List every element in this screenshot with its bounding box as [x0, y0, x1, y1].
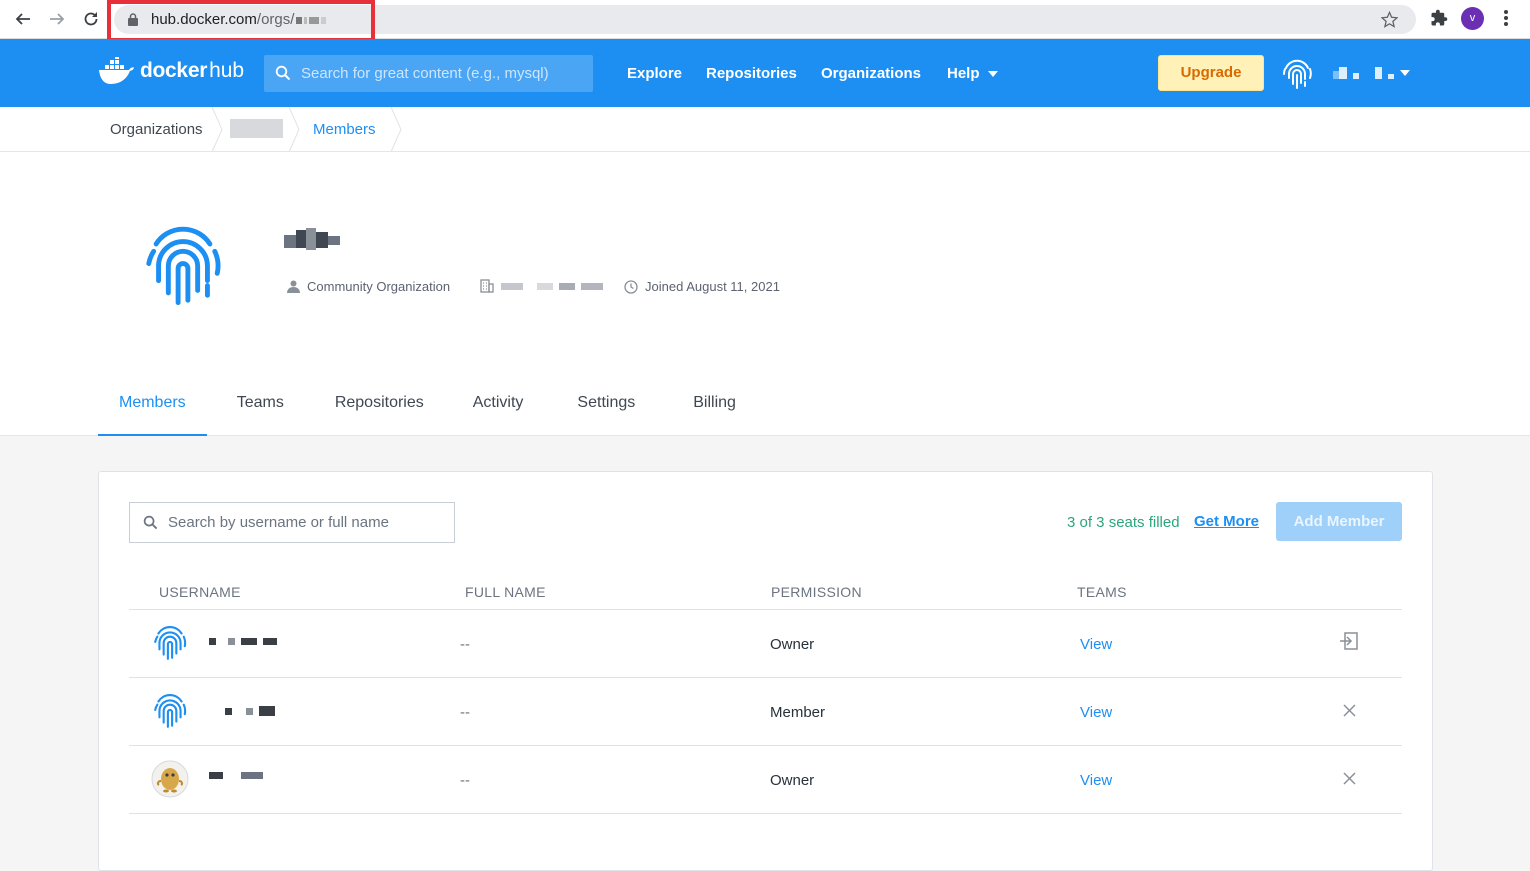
potato-avatar [151, 760, 189, 798]
redacted-company [501, 282, 523, 290]
full-name-cell: -- [460, 772, 470, 789]
url-highlight-annotation [107, 0, 375, 42]
full-name-cell: -- [460, 704, 470, 721]
org-company [480, 279, 609, 293]
permission-cell: Owner [770, 772, 815, 789]
global-search-input[interactable] [301, 55, 586, 92]
breadcrumb-separator [288, 107, 300, 152]
redacted-username[interactable] [225, 706, 281, 716]
chevron-down-icon [987, 71, 998, 78]
org-tabs: Members Teams Repositories Activity Sett… [98, 388, 758, 436]
redacted-org-title [284, 228, 340, 250]
add-member-button[interactable]: Add Member [1276, 502, 1402, 541]
dockerhub-header: docker hub Explore Repositories Organiza… [0, 39, 1530, 107]
tab-activity[interactable]: Activity [449, 388, 551, 436]
browser-menu-icon[interactable] [1502, 10, 1510, 28]
forward-arrow-icon [50, 13, 65, 25]
table-row: -- Member View [129, 678, 1402, 746]
full-name-cell: -- [460, 636, 470, 653]
docker-whale-icon [99, 57, 134, 84]
redacted-username [1339, 67, 1347, 79]
extensions-puzzle-icon[interactable] [1430, 9, 1448, 27]
tab-settings[interactable]: Settings [550, 388, 664, 436]
column-permission[interactable]: PERMISSION [771, 584, 862, 600]
search-icon [275, 65, 291, 81]
user-menu[interactable] [1333, 67, 1410, 79]
org-fingerprint-avatar [146, 226, 221, 306]
global-search [264, 55, 593, 92]
close-icon[interactable] [1343, 704, 1356, 717]
redacted-company [581, 282, 603, 290]
back-arrow-icon [15, 13, 30, 25]
upgrade-button[interactable]: Upgrade [1158, 55, 1264, 91]
column-full-name[interactable]: FULL NAME [465, 584, 546, 600]
teams-view-link[interactable]: View [1080, 704, 1112, 721]
permission-cell: Owner [770, 636, 815, 653]
redacted-org-name[interactable] [230, 119, 283, 138]
members-panel: 3 of 3 seats filled Get More Add Member … [98, 471, 1433, 871]
seats-status: 3 of 3 seats filled [1067, 514, 1180, 531]
browser-toolbar: hub.docker.com/orgs/ v [0, 0, 1530, 42]
redacted-username[interactable] [209, 772, 269, 779]
nav-help[interactable]: Help [947, 65, 998, 82]
get-more-link[interactable]: Get More [1194, 513, 1259, 530]
clock-icon [624, 279, 638, 294]
org-joined-label: Joined August 11, 2021 [645, 279, 780, 294]
teams-view-link[interactable]: View [1080, 636, 1112, 653]
building-icon [480, 279, 494, 293]
permission-cell: Member [770, 704, 826, 721]
breadcrumb-separator [390, 107, 402, 152]
nav-organizations[interactable]: Organizations [821, 65, 921, 82]
fingerprint-icon[interactable] [1279, 55, 1315, 91]
org-type: Community Organization [287, 279, 450, 294]
redacted-username [1333, 71, 1339, 79]
teams-view-link[interactable]: View [1080, 772, 1112, 789]
table-row: -- Owner View [129, 746, 1402, 814]
org-type-label: Community Organization [307, 279, 451, 294]
redacted-company [537, 282, 553, 290]
close-icon[interactable] [1343, 772, 1356, 785]
column-teams: TEAMS [1077, 584, 1127, 600]
breadcrumb: Organizations Members [0, 107, 1530, 152]
breadcrumb-members[interactable]: Members [313, 121, 376, 138]
bookmark-star-icon[interactable] [1381, 11, 1398, 28]
member-search-input[interactable] [168, 503, 448, 542]
reload-button[interactable] [80, 8, 102, 30]
breadcrumb-separator [211, 107, 223, 152]
nav-repositories[interactable]: Repositories [706, 65, 797, 82]
dockerhub-logo[interactable]: docker hub [98, 57, 244, 85]
redacted-username [1375, 67, 1382, 79]
members-table-header: USERNAME FULL NAME PERMISSION TEAMS [129, 572, 1402, 610]
table-row: -- Owner View [129, 610, 1402, 678]
tab-members[interactable]: Members [98, 388, 207, 436]
back-button[interactable] [12, 8, 34, 30]
browser-profile-avatar[interactable]: v [1461, 7, 1484, 30]
tab-teams[interactable]: Teams [207, 388, 310, 436]
fingerprint-icon [154, 626, 187, 660]
redacted-username [1353, 73, 1359, 79]
nav-help-label: Help [947, 65, 980, 82]
redacted-company [559, 282, 575, 290]
org-joined: Joined August 11, 2021 [624, 279, 780, 294]
member-search [129, 502, 455, 543]
forward-button[interactable] [46, 8, 68, 30]
reload-icon [84, 12, 98, 26]
column-username[interactable]: USERNAME [159, 584, 241, 600]
tab-repositories[interactable]: Repositories [310, 388, 449, 436]
nav-explore[interactable]: Explore [627, 65, 682, 82]
redacted-username [1388, 74, 1394, 79]
user-icon [287, 280, 300, 293]
breadcrumb-organizations[interactable]: Organizations [110, 121, 203, 138]
org-header: Community Organization Joined August 11,… [0, 152, 1530, 436]
search-icon [143, 515, 158, 530]
logo-text-hub: hub [209, 59, 245, 82]
tab-billing[interactable]: Billing [664, 388, 758, 436]
chevron-down-icon [1400, 70, 1410, 76]
redacted-username[interactable] [209, 638, 283, 645]
leave-icon[interactable] [1339, 632, 1359, 650]
fingerprint-icon [154, 694, 187, 728]
logo-text-docker: docker [140, 59, 208, 82]
